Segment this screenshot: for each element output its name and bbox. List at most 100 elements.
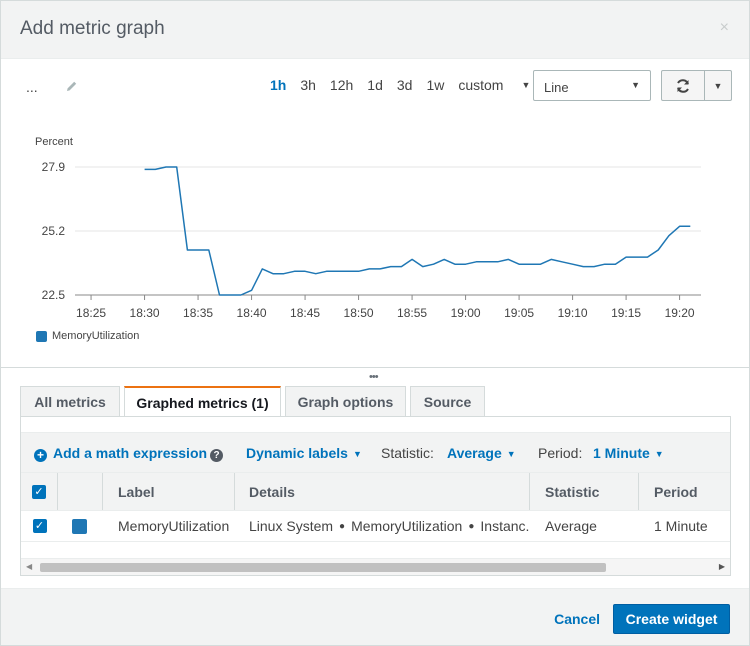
series-color-swatch[interactable]	[72, 518, 87, 534]
row-details: Linux System ● MemoryUtilization ● Instanc..…	[249, 511, 530, 541]
row-period[interactable]: 1 Minute	[654, 511, 730, 541]
period-label: Period:	[538, 445, 583, 461]
dynamic-labels-label: Dynamic labels	[246, 445, 348, 461]
row-statistic[interactable]: Average	[545, 511, 639, 541]
y-tick-label: 25.2	[42, 224, 66, 238]
dialog-footer: Cancel Create widget	[1, 588, 749, 645]
time-range-1d[interactable]: 1d	[367, 77, 383, 93]
x-tick-label: 18:25	[76, 306, 106, 320]
metrics-table: ✓ Label Details Statistic Period ✓ Memor…	[21, 473, 730, 542]
time-range-custom[interactable]: custom ▼	[458, 77, 544, 93]
caret-down-icon: ▼	[521, 80, 531, 90]
add-math-expression-button[interactable]: + Add a math expression	[34, 445, 207, 462]
legend-swatch	[36, 330, 47, 342]
period-dropdown[interactable]: 1 Minute ▼	[593, 445, 664, 461]
dialog-header: Add metric graph ×	[1, 1, 749, 59]
series-color-cell	[72, 511, 102, 541]
x-tick-label: 19:00	[451, 306, 481, 320]
column-header-statistic[interactable]: Statistic	[530, 473, 639, 510]
statistic-dropdown[interactable]: Average ▼	[447, 445, 516, 461]
time-range-1w[interactable]: 1w	[426, 77, 444, 93]
period-value: 1 Minute	[593, 445, 650, 461]
details-dimension: Instanc...	[480, 518, 530, 534]
scroll-left-icon[interactable]: ◀	[26, 562, 32, 571]
resize-splitter[interactable]: •••	[1, 367, 750, 383]
x-tick-label: 18:55	[397, 306, 427, 320]
scrollbar-thumb[interactable]	[40, 563, 606, 572]
add-math-expression-label: Add a math expression	[53, 445, 208, 461]
select-all-checkbox[interactable]: ✓	[32, 484, 46, 499]
y-tick-label: 27.9	[42, 160, 66, 174]
table-header: ✓ Label Details Statistic Period	[21, 473, 730, 511]
legend-label: MemoryUtilization	[52, 330, 140, 342]
x-tick-label: 18:50	[344, 306, 374, 320]
row-checkbox[interactable]: ✓	[32, 519, 47, 533]
statistic-label: Statistic:	[381, 445, 434, 461]
add-metric-graph-dialog: Add metric graph × ... 1h 3h 12h 1d 3d 1…	[0, 0, 750, 646]
x-tick-label: 18:30	[130, 306, 160, 320]
chevron-down-icon: ▼	[352, 449, 362, 459]
graph-title-area: ...	[26, 79, 77, 95]
caret-down-icon: ▼	[631, 80, 640, 90]
tab-source[interactable]: Source	[410, 386, 485, 417]
plus-circle-icon: +	[34, 449, 47, 462]
x-tick-label: 19:10	[558, 306, 588, 320]
statistic-value: Average	[447, 445, 502, 461]
metric-line-chart: Percent 27.9 25.2 22.5 18:25 18:30 18:35 18:40 1…	[35, 136, 701, 320]
horizontal-scrollbar[interactable]: ◀ ▶	[21, 558, 730, 575]
chart-legend: MemoryUtilization	[36, 330, 139, 342]
chevron-down-icon: ▼	[654, 449, 664, 459]
create-widget-button[interactable]: Create widget	[613, 604, 730, 634]
time-range-custom-label: custom	[458, 77, 504, 93]
x-tick-label: 19:05	[504, 306, 534, 320]
graph-title: ...	[26, 79, 38, 95]
select-all-checkbox-cell: ✓	[21, 473, 58, 510]
row-label[interactable]: MemoryUtilization	[118, 511, 235, 541]
statistic-selector: Statistic:	[381, 445, 434, 461]
time-range-1h[interactable]: 1h	[270, 77, 286, 93]
refresh-button-group: ▼	[661, 70, 732, 101]
metrics-action-bar: + Add a math expression ? Dynamic labels ▼…	[21, 432, 730, 473]
row-checkbox-cell: ✓	[21, 511, 58, 541]
column-header-label[interactable]: Label	[103, 473, 235, 510]
column-header-period[interactable]: Period	[639, 473, 730, 510]
refresh-button[interactable]	[662, 71, 705, 100]
period-selector: Period:	[538, 445, 582, 461]
x-tick-label: 19:20	[665, 306, 695, 320]
scroll-right-icon[interactable]: ▶	[719, 562, 725, 571]
graph-type-select[interactable]: Line ▼	[533, 70, 651, 101]
y-axis-label: Percent	[35, 136, 73, 148]
chevron-down-icon: ▼	[506, 449, 516, 459]
close-icon[interactable]: ×	[720, 19, 729, 37]
cancel-button[interactable]: Cancel	[554, 611, 600, 627]
question-mark-icon: ?	[210, 449, 223, 462]
refresh-options-dropdown[interactable]: ▼	[705, 71, 731, 100]
tab-graph-options[interactable]: Graph options	[285, 386, 406, 417]
graphed-metrics-panel: + Add a math expression ? Dynamic labels ▼…	[20, 416, 731, 576]
x-tick-label: 18:45	[290, 306, 320, 320]
help-icon[interactable]: ?	[210, 445, 223, 462]
tab-graphed-metrics[interactable]: Graphed metrics (1)	[124, 386, 281, 418]
pencil-icon[interactable]	[66, 79, 78, 95]
dynamic-labels-dropdown[interactable]: Dynamic labels ▼	[246, 445, 362, 461]
y-tick-label: 22.5	[42, 288, 66, 302]
drag-handle-icon[interactable]: •••	[369, 371, 379, 383]
table-row: ✓ MemoryUtilization Linux System ● MemoryU…	[21, 511, 730, 542]
details-metric: MemoryUtilization	[351, 518, 463, 534]
graph-type-value: Line	[544, 80, 569, 95]
refresh-icon	[676, 78, 689, 93]
caret-down-icon: ▼	[713, 80, 723, 91]
time-range-selector: 1h 3h 12h 1d 3d 1w custom ▼	[270, 77, 558, 93]
separator-dot: ●	[339, 520, 346, 532]
color-column-header	[58, 473, 103, 510]
x-tick-label: 18:40	[237, 306, 267, 320]
details-namespace: Linux System	[249, 518, 334, 534]
x-tick-label: 19:15	[611, 306, 641, 320]
time-range-3d[interactable]: 3d	[397, 77, 413, 93]
column-header-details[interactable]: Details	[235, 473, 530, 510]
x-tick-label: 18:35	[183, 306, 213, 320]
dialog-title: Add metric graph	[20, 18, 165, 39]
tab-all-metrics[interactable]: All metrics	[20, 386, 120, 417]
time-range-3h[interactable]: 3h	[300, 77, 316, 93]
time-range-12h[interactable]: 12h	[330, 77, 353, 93]
